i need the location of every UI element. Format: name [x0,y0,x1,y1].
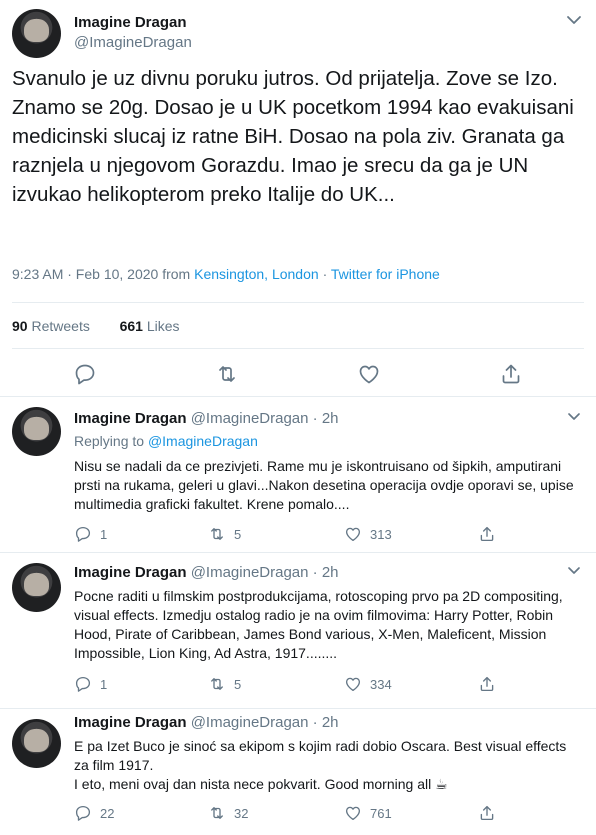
reply-actions: 1 5 334 [74,674,514,694]
meta-separator: · [322,266,328,282]
replying-label: Replying to [74,433,145,449]
like-button[interactable]: 334 [344,674,392,694]
retweet-count: 5 [234,676,242,692]
author-handle[interactable]: @ImagineDragan · 2h [191,564,339,581]
reply-text: E pa Izet Buco je sinoć sa ekipom s koji… [74,737,584,794]
retweet-button[interactable]: 32 [208,803,248,823]
tweet-actions [0,362,596,388]
retweet-icon [211,807,223,819]
retweet-count: 5 [234,526,242,542]
tweet-text: Svanulo je uz divnu poruku jutros. Od pr… [12,67,574,206]
reply-header: Imagine Dragan @ImagineDragan · 2h [74,714,339,731]
tweet-source[interactable]: Twitter for iPhone [331,266,440,282]
reply-header: Imagine Dragan @ImagineDragan · 2h [74,564,339,581]
author-name[interactable]: Imagine Dragan [74,714,187,731]
avatar[interactable] [12,9,61,58]
reply-button[interactable]: 22 [74,803,114,823]
heart-icon [345,806,361,821]
tweet-time[interactable]: 9:23 AM · Feb 10, 2020 from [12,266,190,282]
retweet-count: 32 [234,805,249,821]
reply-text: Nisu se nadali da ce prezivjeti. Rame mu… [74,458,574,512]
author-name[interactable]: Imagine Dragan [74,564,187,581]
divider [12,302,584,303]
reply-icon [75,676,91,692]
reply-count: 1 [100,526,108,542]
tweet-location[interactable]: Kensington, London [194,266,319,282]
retweet-button[interactable]: 5 [208,524,241,544]
retweets-count: 90 [12,318,28,334]
reply-text: Pocne raditi u filmskim postprodukcijama… [74,588,563,661]
avatar[interactable] [12,563,61,612]
reply-tweet[interactable]: Imagine Dragan @ImagineDragan · 2h Pocne… [0,553,596,708]
likes-stat[interactable]: 661 Likes [120,318,180,334]
share-icon[interactable] [499,362,523,386]
reply-icon[interactable] [73,362,97,386]
share-icon [480,805,494,821]
like-button[interactable]: 313 [344,524,392,544]
reply-tweet[interactable]: Imagine Dragan @ImagineDragan · 2h E pa … [0,709,596,835]
reply-text-line: E pa Izet Buco je sinoć sa ekipom s koji… [74,738,567,773]
avatar[interactable] [12,407,61,456]
likes-label: Likes [146,318,180,334]
author-handle[interactable]: @ImagineDragan · 2h [191,714,339,731]
replying-to-link[interactable]: @ImagineDragan [148,433,258,449]
author-name[interactable]: Imagine Dragan [74,14,187,31]
retweet-icon[interactable] [215,362,239,386]
heart-icon[interactable] [357,362,381,386]
author-name[interactable]: Imagine Dragan [74,410,187,427]
reply-text-line: I eto, meni ovaj dan nista nece pokvarit… [74,776,448,792]
divider [12,348,584,349]
share-button[interactable] [478,524,496,544]
retweets-stat[interactable]: 90 Retweets [12,318,90,334]
heart-icon [345,527,361,542]
heart-icon [345,677,361,692]
author-handle[interactable]: @ImagineDragan · 2h [191,410,339,427]
reply-actions: 1 5 313 [74,524,514,544]
share-icon [480,526,494,542]
chevron-down-icon[interactable] [566,565,582,577]
replying-to: Replying to @ImagineDragan [74,433,258,449]
like-count: 334 [370,676,392,692]
avatar[interactable] [12,719,61,768]
reply-icon [75,805,91,821]
share-button[interactable] [478,674,496,694]
reply-button[interactable]: 1 [74,524,107,544]
like-button[interactable]: 761 [344,803,392,823]
like-count: 313 [370,526,392,542]
reply-icon [75,526,91,542]
chevron-down-icon[interactable] [566,14,582,26]
reply-tweet[interactable]: Imagine Dragan @ImagineDragan · 2h Reply… [0,397,596,552]
chevron-down-icon[interactable] [566,411,582,423]
reply-button[interactable]: 1 [74,674,107,694]
tweet-stats: 90 Retweets 661 Likes [12,318,180,334]
reply-header: Imagine Dragan @ImagineDragan · 2h [74,410,339,427]
retweets-label: Retweets [31,318,90,334]
share-icon [480,676,494,692]
likes-count: 661 [119,318,143,334]
retweet-icon [211,528,223,540]
retweet-button[interactable]: 5 [208,674,241,694]
main-tweet: Imagine Dragan @ImagineDragan Svanulo je… [0,0,596,396]
author-handle[interactable]: @ImagineDragan [74,34,192,51]
tweet-meta: 9:23 AM · Feb 10, 2020 from Kensington, … [12,266,440,282]
like-count: 761 [370,805,392,821]
reply-count: 22 [100,805,115,821]
share-button[interactable] [478,803,496,823]
retweet-icon [211,678,223,690]
reply-actions: 22 32 761 [74,803,514,823]
reply-count: 1 [100,676,108,692]
